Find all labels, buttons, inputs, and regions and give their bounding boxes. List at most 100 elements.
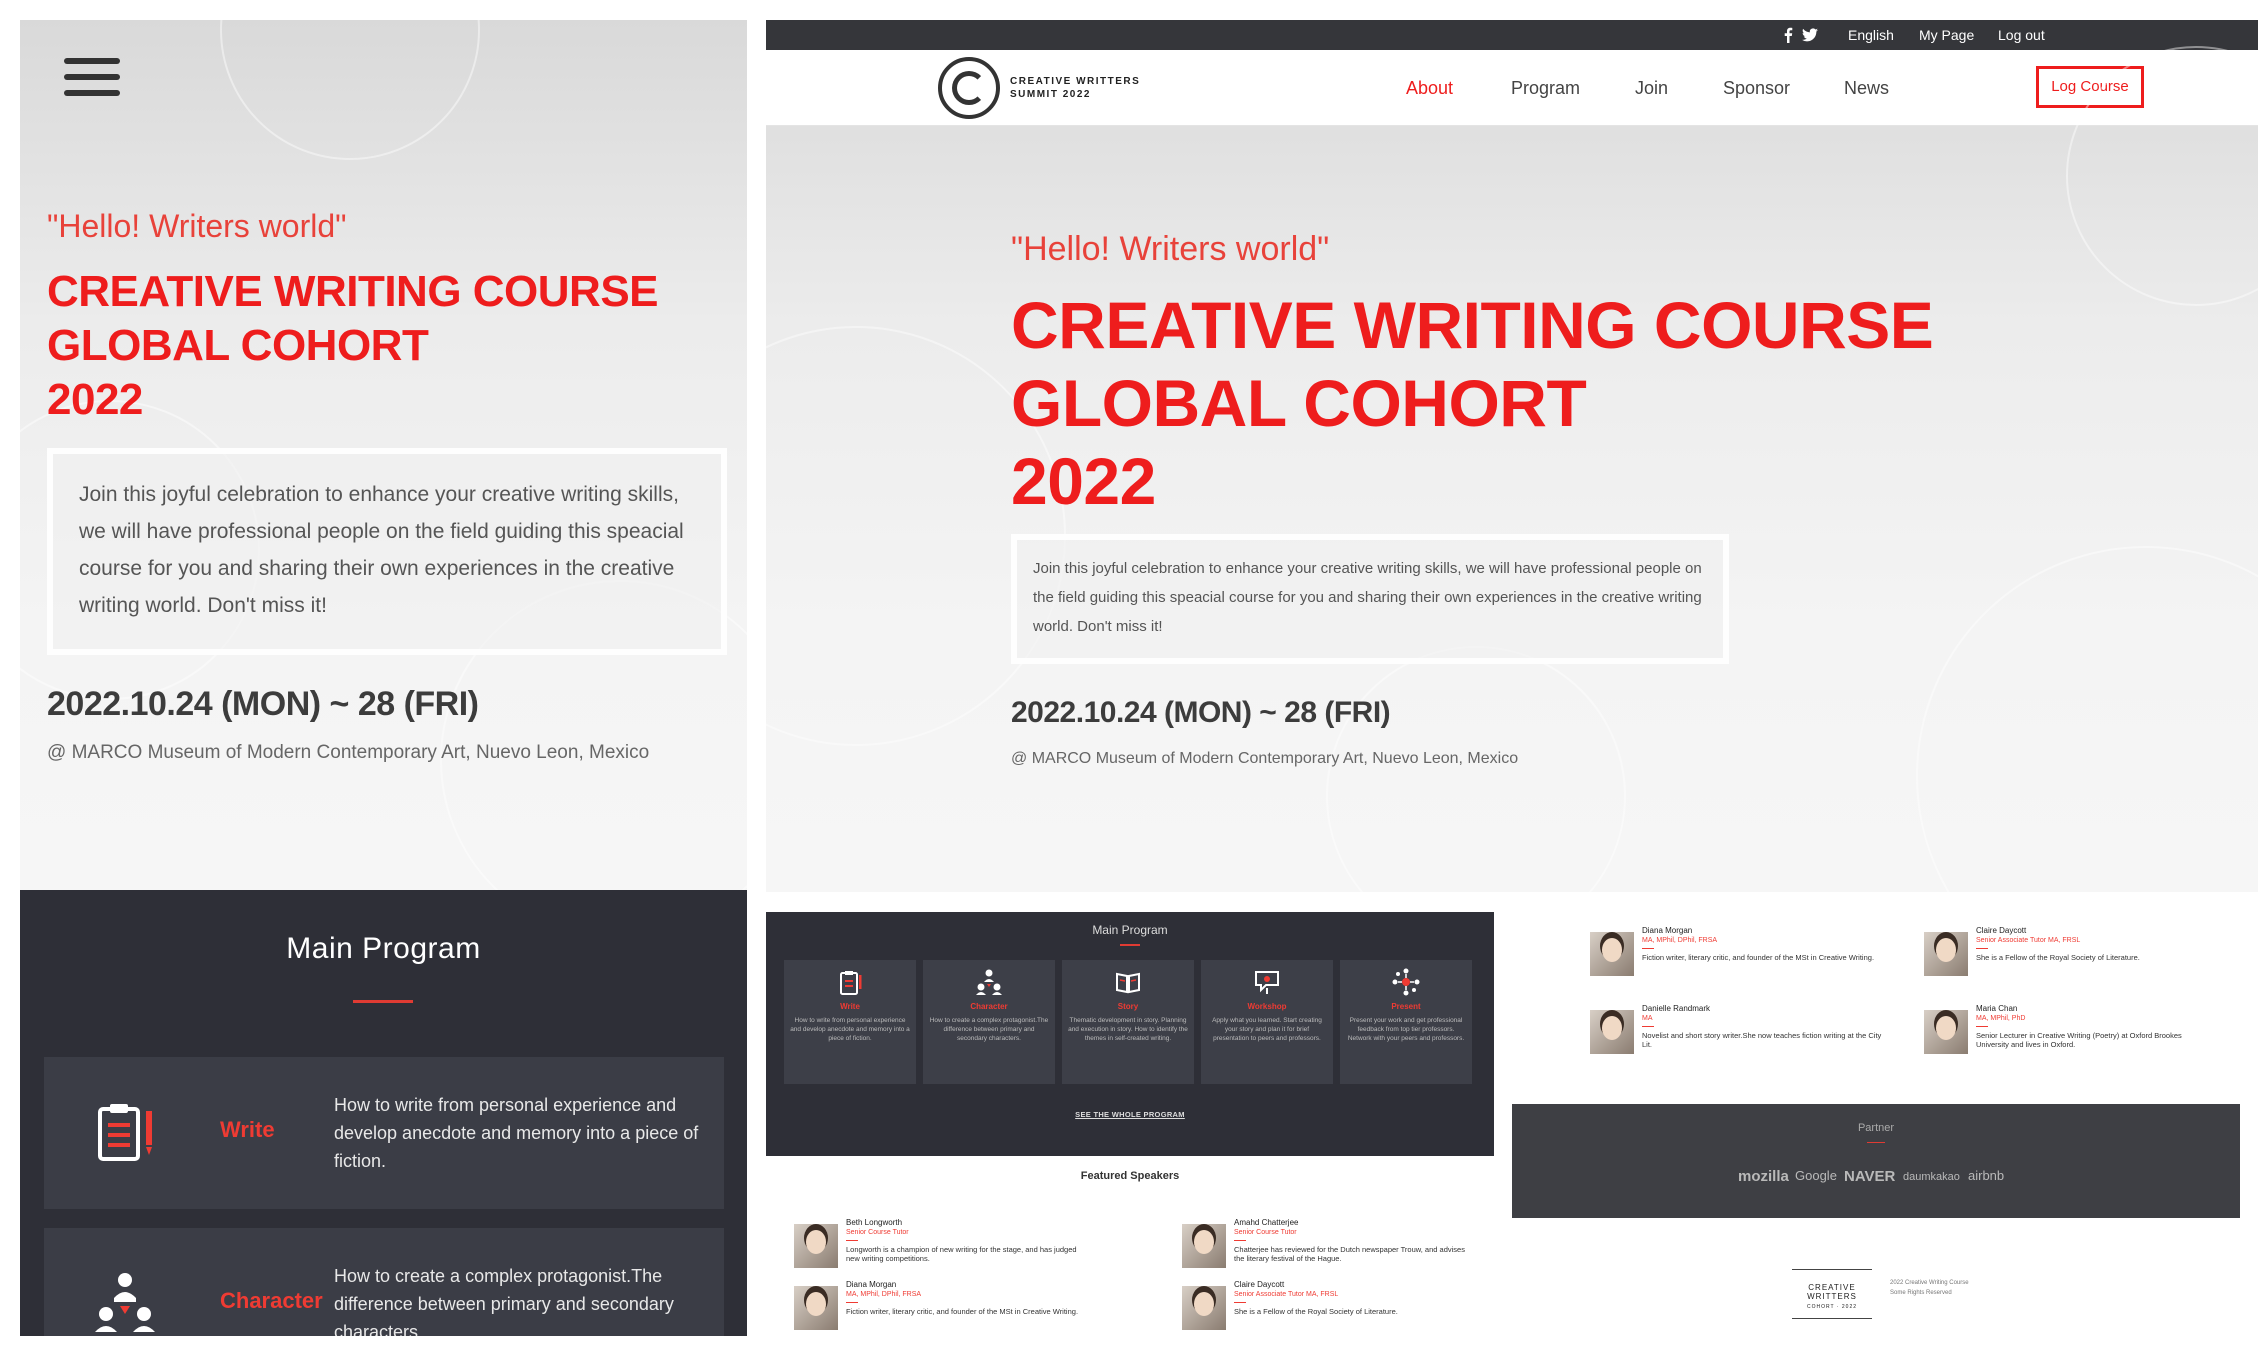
- clipboard-icon: [840, 971, 862, 995]
- speaker-role: MA, MPhil, PhD: [1976, 1015, 2026, 1022]
- speaker-bio: Chatterjee has reviewed for the Dutch ne…: [1234, 1245, 1465, 1263]
- footer-logo-line1: CREATIVE WRITTERS: [1807, 1283, 1857, 1301]
- mobile-hero: "Hello! Writers world" CREATIVE WRITING …: [20, 20, 747, 940]
- program-desc: How to write from personal experience an…: [790, 1017, 910, 1042]
- see-whole-program-link[interactable]: SEE THE WHOLE PROGRAM: [766, 1110, 1494, 1119]
- logo-mark-icon: [938, 57, 1000, 119]
- hamburger-menu-icon[interactable]: [64, 58, 120, 100]
- nav-program[interactable]: Program: [1511, 78, 1580, 99]
- hero-greeting: "Hello! Writers world": [1011, 230, 1330, 268]
- top-utility-bar: English My Page Log out: [766, 20, 2258, 50]
- speaker-card[interactable]: Beth Longworth Senior Course Tutor Longw…: [794, 1218, 1084, 1278]
- network-icon: [1392, 968, 1420, 996]
- hero-title-line2: GLOBAL COHORT: [47, 321, 429, 370]
- hero-title: CREATIVE WRITING COURSE GLOBAL COHORT 20…: [47, 265, 659, 427]
- divider: [1234, 1240, 1246, 1241]
- event-dates: 2022.10.24 (MON) ~ 28 (FRI): [1011, 696, 1391, 729]
- program-card-character[interactable]: Character How to create a complex protag…: [923, 960, 1055, 1084]
- speaker-role: MA, MPhil, DPhil, FRSA: [846, 1291, 922, 1298]
- divider: [1642, 1026, 1654, 1027]
- speaker-card[interactable]: Claire Daycott Senior Associate Tutor MA…: [1182, 1280, 1472, 1336]
- speaker-card[interactable]: Diana Morgan MA, MPhil, DPhil, FRSA Fict…: [794, 1280, 1084, 1336]
- twitter-icon[interactable]: [1802, 28, 1818, 42]
- avatar: [1924, 932, 1968, 976]
- event-venue: @ MARCO Museum of Modern Contemporary Ar…: [1011, 750, 1519, 767]
- avatar: [1924, 1010, 1968, 1054]
- speaker-name: Claire Daycott: [1976, 926, 2027, 935]
- program-title: Main Program: [286, 932, 481, 965]
- speaker-card[interactable]: Danielle Randmark MA Novelist and short …: [1590, 1004, 1890, 1064]
- speaker-bio: Fiction writer, literary critic, and fou…: [846, 1307, 1079, 1316]
- language-selector[interactable]: English: [1848, 27, 1894, 43]
- program-card-story[interactable]: Story Thematic development in story. Pla…: [1062, 960, 1194, 1084]
- hero-title-line3: 2022: [47, 375, 143, 424]
- hero-title-line1: CREATIVE WRITING COURSE: [47, 267, 659, 316]
- speaker-role: Senior Associate Tutor MA, FRSL: [1234, 1291, 1339, 1298]
- hero-title-line2: GLOBAL COHORT: [1011, 366, 1587, 440]
- logout-link[interactable]: Log out: [1998, 27, 2045, 43]
- speaker-bio: She is a Fellow of the Royal Society of …: [1976, 953, 2140, 962]
- people-hierarchy-icon: [95, 1273, 155, 1332]
- program-card-character[interactable]: Character How to create a complex protag…: [44, 1228, 724, 1336]
- divider: [1976, 948, 1988, 949]
- partner-title: Partner: [1857, 1122, 1895, 1134]
- program-desc: Apply what you learned. Start creating y…: [1212, 1017, 1322, 1042]
- partner-logo-daumkakao[interactable]: daumkakao: [1903, 1171, 1960, 1183]
- speaker-bio: Fiction writer, literary critic, and fou…: [1642, 953, 1875, 962]
- divider: [1976, 1026, 1988, 1027]
- hero-title-line3: 2022: [1011, 444, 1156, 518]
- people-hierarchy-icon: [976, 969, 1002, 995]
- hero-intro: Join this joyful celebration to enhance …: [47, 448, 727, 655]
- avatar: [1590, 932, 1634, 976]
- program-desc: How to create a complex protagonist.The …: [929, 1017, 1049, 1042]
- program-label: Story: [1117, 1002, 1139, 1011]
- facebook-icon[interactable]: [1783, 27, 1793, 43]
- speaker-card[interactable]: Diana Morgan MA, MPhil, DPhil, FRSA Fict…: [1590, 926, 1890, 986]
- program-card-write[interactable]: Write How to write from personal experie…: [784, 960, 916, 1084]
- hero-title-line1: CREATIVE WRITING COURSE: [1011, 288, 1934, 362]
- nav-join[interactable]: Join: [1635, 78, 1668, 99]
- mypage-link[interactable]: My Page: [1919, 27, 1974, 43]
- main-navbar: CREATIVE WRITTERS SUMMIT 2022 About Prog…: [766, 50, 2258, 126]
- program-label: Write: [840, 1002, 860, 1011]
- speaker-role: MA: [1642, 1015, 1653, 1022]
- speaker-name: Diana Morgan: [846, 1280, 897, 1289]
- speaker-role: Senior Course Tutor: [1234, 1229, 1297, 1236]
- program-label: Present: [1391, 1002, 1421, 1011]
- program-card-workshop[interactable]: Workshop Apply what you learned. Start c…: [1201, 960, 1333, 1084]
- speaker-card[interactable]: Amahd Chatterjee Senior Course Tutor Cha…: [1182, 1218, 1472, 1278]
- program-desc: Thematic development in story. Planning …: [1068, 1017, 1188, 1042]
- featured-speakers-title: Featured Speakers: [1080, 1170, 1180, 1182]
- avatar: [794, 1286, 838, 1330]
- partner-logo-naver[interactable]: NAVER: [1844, 1168, 1895, 1185]
- program-card-write[interactable]: Write How to write from personal experie…: [44, 1057, 724, 1209]
- program-card-present[interactable]: Present Present your work and get profes…: [1340, 960, 1472, 1084]
- partner-logo-airbnb[interactable]: airbnb: [1968, 1168, 2004, 1183]
- logo-text-line1: CREATIVE WRITTERS: [1010, 76, 1141, 87]
- speaker-name: Amahd Chatterjee: [1234, 1218, 1299, 1227]
- speakers-partner-view: Diana Morgan MA, MPhil, DPhil, FRSA Fict…: [1512, 912, 2240, 1336]
- event-dates: 2022.10.24 (MON) ~ 28 (FRI): [47, 685, 479, 723]
- speaker-name: Diana Morgan: [1642, 926, 1693, 935]
- speaker-card[interactable]: Maria Chan MA, MPhil, PhD Senior Lecture…: [1924, 1004, 2224, 1064]
- hero-title: CREATIVE WRITING COURSE GLOBAL COHORT 20…: [1011, 286, 1934, 520]
- footer-meta: 2022 Creative Writing Course Some Rights…: [1890, 1278, 1969, 1298]
- speaker-role: MA, MPhil, DPhil, FRSA: [1642, 937, 1718, 944]
- speaker-card[interactable]: Claire Daycott Senior Associate Tutor MA…: [1924, 926, 2224, 986]
- main-program-section: Main Program Write How to write from per…: [766, 912, 1494, 1156]
- hero-intro: Join this joyful celebration to enhance …: [1011, 534, 1729, 664]
- speaker-name: Beth Longworth: [846, 1218, 903, 1227]
- program-title: Main Program: [1092, 923, 1168, 937]
- partner-logo-google[interactable]: Google: [1795, 1168, 1837, 1183]
- footer-logo[interactable]: CREATIVE WRITTERS COHORT · 2022: [1792, 1269, 1872, 1319]
- partner-logo-mozilla[interactable]: mozilla: [1738, 1168, 1789, 1185]
- nav-about[interactable]: About: [1406, 78, 1453, 99]
- divider: [846, 1302, 858, 1303]
- speaker-bio: Senior Lecturer in Creative Writing (Poe…: [1976, 1031, 2182, 1049]
- divider: [1642, 948, 1654, 949]
- nav-news[interactable]: News: [1844, 78, 1889, 99]
- avatar: [1182, 1286, 1226, 1330]
- nav-sponsor[interactable]: Sponsor: [1723, 78, 1790, 99]
- avatar: [1182, 1224, 1226, 1268]
- program-label: Workshop: [1247, 1002, 1287, 1011]
